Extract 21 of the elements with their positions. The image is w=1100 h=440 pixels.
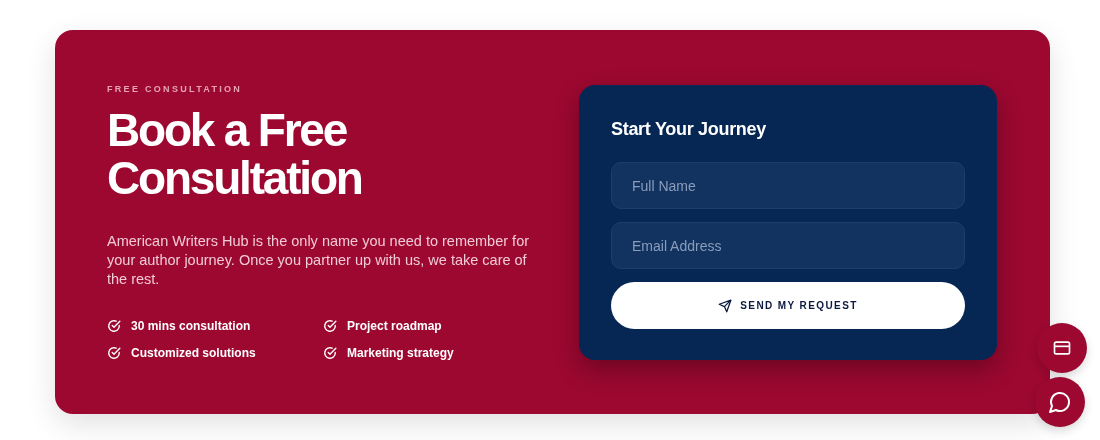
feature-label: Project roadmap xyxy=(347,319,442,333)
send-request-button[interactable]: SEND MY REQUEST xyxy=(611,282,965,329)
eyebrow-label: FREE CONSULTATION xyxy=(107,84,244,94)
send-icon xyxy=(718,298,733,313)
form-title: Start Your Journey xyxy=(611,119,767,140)
input-field[interactable]: Email Address xyxy=(611,222,965,269)
headline: Book a Free xyxy=(107,106,347,154)
headline: Consultation xyxy=(107,154,362,202)
check-circle-icon xyxy=(323,319,337,333)
chat-button[interactable] xyxy=(1035,377,1085,427)
check-circle-icon xyxy=(107,319,121,333)
check-circle-icon xyxy=(323,346,337,360)
credit-card-icon xyxy=(1052,338,1072,358)
description: American Writers Hub is the only name you need to remember for your author journey. Once you partner up with us, we take care of the rest. xyxy=(107,232,531,289)
feature-label: Marketing strategy xyxy=(347,346,454,360)
feature-label: 30 mins consultation xyxy=(131,319,251,333)
input-field[interactable]: Full Name xyxy=(611,162,965,209)
check-circle-icon xyxy=(107,346,121,360)
card-icon-button[interactable] xyxy=(1037,323,1087,373)
feature-label: Customized solutions xyxy=(131,346,256,360)
chat-bubble-icon xyxy=(1048,390,1072,414)
